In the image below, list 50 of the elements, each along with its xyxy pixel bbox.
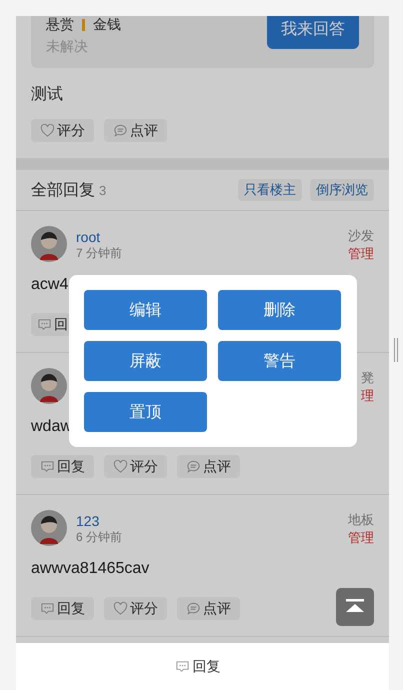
comment-icon <box>186 459 201 474</box>
reply-icon <box>40 601 55 616</box>
manage-link[interactable]: 管理 <box>348 245 374 263</box>
avatar <box>31 510 67 546</box>
comment-button[interactable]: 点评 <box>104 119 167 142</box>
replies-title: 全部回复 <box>31 180 95 200</box>
filter-button[interactable]: 倒序浏览 <box>310 179 374 201</box>
post-time: 6 分钟前 <box>76 529 122 545</box>
reply-button[interactable]: 回复 <box>174 658 220 676</box>
floor-label: 凳 <box>361 369 374 387</box>
manage-link[interactable]: 管理 <box>348 529 374 547</box>
answer-button[interactable]: 我来回答 <box>267 16 359 49</box>
reply-button[interactable]: 回 <box>31 313 70 336</box>
avatar <box>31 368 67 404</box>
filter-button[interactable]: 只看楼主 <box>238 179 302 201</box>
reply-button[interactable]: 回复 <box>31 455 94 478</box>
rate-button[interactable]: 评分 <box>31 119 94 142</box>
manage-link[interactable]: 理 <box>361 387 374 405</box>
avatar <box>31 226 67 262</box>
dialog-button[interactable]: 屏蔽 <box>84 341 207 381</box>
comment-button[interactable]: 点评 <box>177 597 240 620</box>
dialog-button[interactable]: 删除 <box>218 290 341 330</box>
heart-icon <box>113 459 128 474</box>
post-content: 测试 <box>31 84 64 105</box>
author-name[interactable]: root <box>76 229 122 245</box>
floor-label: 地板 <box>348 511 374 529</box>
dialog-button[interactable]: 置顶 <box>84 392 207 432</box>
reply-count: 3 <box>99 182 106 198</box>
reply-icon <box>37 317 52 332</box>
reward-label: 悬赏 <box>46 16 74 34</box>
dialog-button[interactable]: 编辑 <box>84 290 207 330</box>
author-name[interactable]: 123 <box>76 513 122 529</box>
reply-button[interactable]: 回复 <box>31 597 94 620</box>
reward-type: 金钱 <box>93 16 121 34</box>
comment-icon <box>186 601 201 616</box>
reply-icon <box>174 659 190 674</box>
reply-icon <box>40 459 55 474</box>
heart-icon <box>40 123 55 138</box>
comment-button[interactable]: 点评 <box>177 455 240 478</box>
reply-content: awwva81465cav <box>31 559 150 579</box>
floor-label: 沙发 <box>348 227 374 245</box>
back-to-top-button[interactable] <box>336 588 374 626</box>
heart-icon <box>113 601 128 616</box>
dialog-button[interactable]: 警告 <box>218 341 341 381</box>
comment-icon <box>113 123 128 138</box>
post-time: 7 分钟前 <box>76 245 122 261</box>
drag-handle-icon[interactable] <box>394 338 398 362</box>
rate-button[interactable]: 评分 <box>104 455 167 478</box>
rate-button[interactable]: 评分 <box>104 597 167 620</box>
reply-content: acw4 <box>31 275 70 295</box>
